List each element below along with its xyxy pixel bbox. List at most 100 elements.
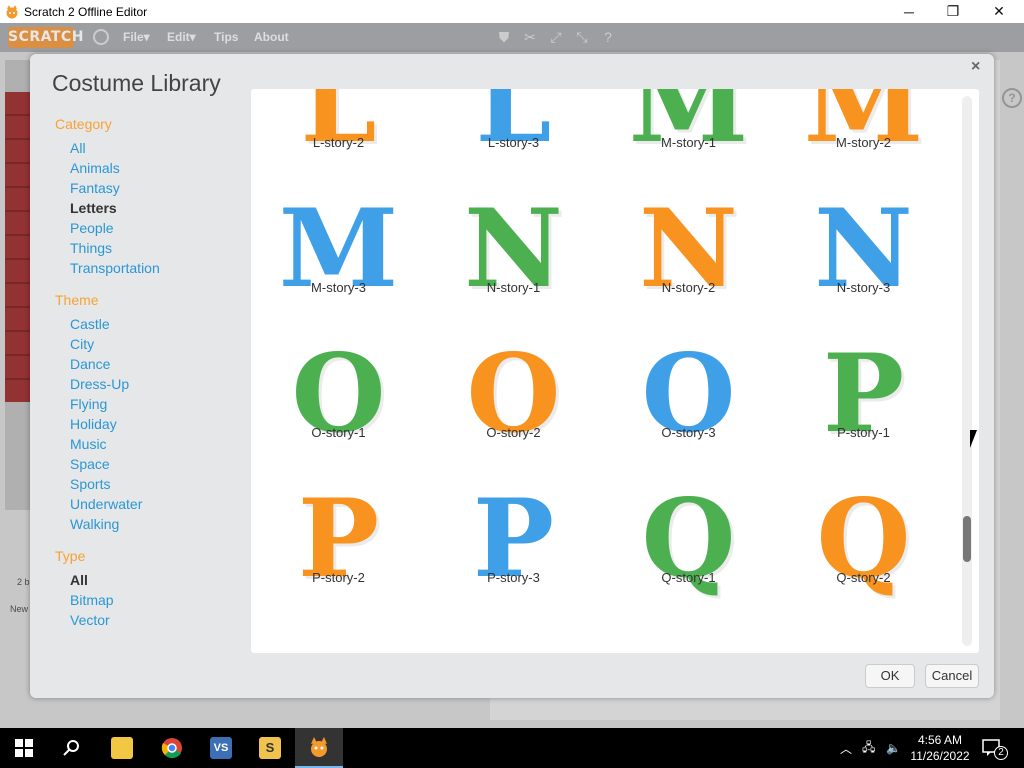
- theme-heading: Theme: [55, 292, 99, 308]
- menu-file[interactable]: File▾: [123, 30, 150, 44]
- mouse-cursor: [970, 430, 984, 448]
- menu-edit[interactable]: Edit▾: [167, 30, 196, 44]
- restore-button[interactable]: ❐: [930, 0, 976, 23]
- menu-tips[interactable]: Tips: [214, 30, 238, 44]
- costume-label: N-story-3: [836, 280, 891, 295]
- costume-library-dialog: Costume Library × Category All Animals F…: [30, 54, 994, 698]
- theme-music[interactable]: Music: [70, 434, 255, 454]
- costume-tile[interactable]: O O-story-3: [601, 335, 776, 480]
- help-icon[interactable]: ?: [600, 29, 616, 45]
- windows-taskbar: VS S ︿ 🖧 🔈 4:56 AM 11/26/2022 2: [0, 728, 1024, 768]
- menu-about[interactable]: About: [254, 30, 289, 44]
- window-titlebar: Scratch 2 Offline Editor ─ ❐ ✕: [0, 0, 1024, 23]
- type-all[interactable]: All: [70, 570, 255, 590]
- costume-tile[interactable]: Q Q-story-1: [601, 480, 776, 625]
- close-window-button[interactable]: ✕: [976, 0, 1022, 23]
- costume-letter-m-icon: M: [803, 89, 924, 167]
- shrink-icon[interactable]: ⤡: [574, 29, 590, 45]
- type-group: Type All Bitmap Vector: [55, 548, 255, 630]
- costume-tile[interactable]: N N-story-2: [601, 190, 776, 335]
- ok-button[interactable]: OK: [865, 664, 915, 688]
- visual-studio-icon[interactable]: VS: [197, 728, 245, 768]
- category-fantasy[interactable]: Fantasy: [70, 178, 255, 198]
- costume-label: P-story-1: [837, 425, 890, 440]
- notification-count: 2: [994, 746, 1008, 760]
- volume-icon[interactable]: 🔈: [886, 728, 901, 768]
- costume-tile[interactable]: M M-story-1: [601, 89, 776, 190]
- search-icon[interactable]: [48, 728, 96, 768]
- category-letters[interactable]: Letters: [70, 198, 255, 218]
- network-icon[interactable]: 🖧: [862, 728, 875, 768]
- costume-label: M-story-1: [661, 135, 716, 150]
- category-things[interactable]: Things: [70, 238, 255, 258]
- costume-tile[interactable]: Q Q-story-2: [776, 480, 951, 625]
- costume-label: O-story-2: [486, 425, 541, 440]
- costume-label: O-story-3: [661, 425, 716, 440]
- costume-tile[interactable]: N N-story-3: [776, 190, 951, 335]
- chrome-icon[interactable]: [148, 728, 196, 768]
- scratch-logo[interactable]: SCRATCH: [8, 27, 83, 48]
- close-dialog-icon[interactable]: ×: [971, 58, 980, 76]
- theme-underwater[interactable]: Underwater: [70, 494, 255, 514]
- type-vector[interactable]: Vector: [70, 610, 255, 630]
- start-icon[interactable]: [0, 728, 48, 768]
- scratch-icon[interactable]: [295, 728, 343, 768]
- type-heading: Type: [55, 548, 86, 564]
- theme-group: Theme Castle City Dance Dress-Up Flying …: [55, 292, 255, 534]
- clock-date: 11/26/2022: [910, 749, 970, 763]
- cancel-button[interactable]: Cancel: [925, 664, 979, 688]
- notifications-icon[interactable]: 2: [982, 736, 1008, 760]
- dialog-title: Costume Library: [52, 70, 221, 96]
- costume-tile[interactable]: M M-story-2: [776, 89, 951, 190]
- file-explorer-icon[interactable]: [98, 728, 146, 768]
- category-heading: Category: [55, 116, 112, 132]
- type-bitmap[interactable]: Bitmap: [70, 590, 255, 610]
- theme-castle[interactable]: Castle: [70, 314, 255, 334]
- grow-icon[interactable]: ⤢: [548, 29, 564, 45]
- duplicate-icon[interactable]: ⛊: [496, 29, 512, 45]
- category-people[interactable]: People: [70, 218, 255, 238]
- sublime-icon[interactable]: S: [246, 728, 294, 768]
- minimize-button[interactable]: ─: [886, 0, 932, 23]
- costume-tile[interactable]: M M-story-3: [251, 190, 426, 335]
- theme-holiday[interactable]: Holiday: [70, 414, 255, 434]
- show-hidden-icons-icon[interactable]: ︿: [840, 728, 852, 768]
- costume-tile[interactable]: L L-story-2: [251, 89, 426, 190]
- category-transportation[interactable]: Transportation: [70, 258, 255, 278]
- costume-letter-l-icon: L: [300, 89, 377, 167]
- costume-tile[interactable]: O O-story-1: [251, 335, 426, 480]
- costume-tile[interactable]: P P-story-1: [776, 335, 951, 480]
- category-all[interactable]: All: [70, 138, 255, 158]
- costume-label: M-story-2: [836, 135, 891, 150]
- costume-label: N-story-1: [486, 280, 541, 295]
- costume-label: N-story-2: [661, 280, 716, 295]
- costume-tile[interactable]: O O-story-2: [426, 335, 601, 480]
- system-clock[interactable]: 4:56 AM 11/26/2022: [908, 732, 972, 764]
- language-globe-icon[interactable]: [93, 29, 109, 45]
- theme-walking[interactable]: Walking: [70, 514, 255, 534]
- costume-letter-m-icon: M: [628, 89, 749, 167]
- delete-icon[interactable]: ✂: [522, 29, 538, 45]
- costume-label: Q-story-2: [836, 570, 891, 585]
- category-animals[interactable]: Animals: [70, 158, 255, 178]
- theme-dance[interactable]: Dance: [70, 354, 255, 374]
- scratch-menubar: SCRATCH File▾ Edit▾ Tips About ⛊ ✂ ⤢ ⤡ ?: [0, 23, 1024, 52]
- category-group: Category All Animals Fantasy Letters Peo…: [55, 116, 255, 278]
- costume-scrollbar[interactable]: [962, 96, 972, 646]
- costume-tile[interactable]: L L-story-3: [426, 89, 601, 190]
- costume-label: M-story-3: [311, 280, 366, 295]
- costume-letter-l-icon: L: [475, 89, 552, 167]
- window-title: Scratch 2 Offline Editor: [24, 4, 148, 19]
- costume-tile[interactable]: P P-story-3: [426, 480, 601, 625]
- scrollbar-thumb[interactable]: [963, 516, 971, 562]
- theme-dress-up[interactable]: Dress-Up: [70, 374, 255, 394]
- costume-tile[interactable]: N N-story-1: [426, 190, 601, 335]
- costume-label: L-story-2: [312, 135, 365, 150]
- theme-flying[interactable]: Flying: [70, 394, 255, 414]
- theme-sports[interactable]: Sports: [70, 474, 255, 494]
- costume-tile[interactable]: P P-story-2: [251, 480, 426, 625]
- theme-space[interactable]: Space: [70, 454, 255, 474]
- costume-label: O-story-1: [311, 425, 366, 440]
- theme-city[interactable]: City: [70, 334, 255, 354]
- filter-sidebar: Category All Animals Fantasy Letters Peo…: [55, 116, 255, 644]
